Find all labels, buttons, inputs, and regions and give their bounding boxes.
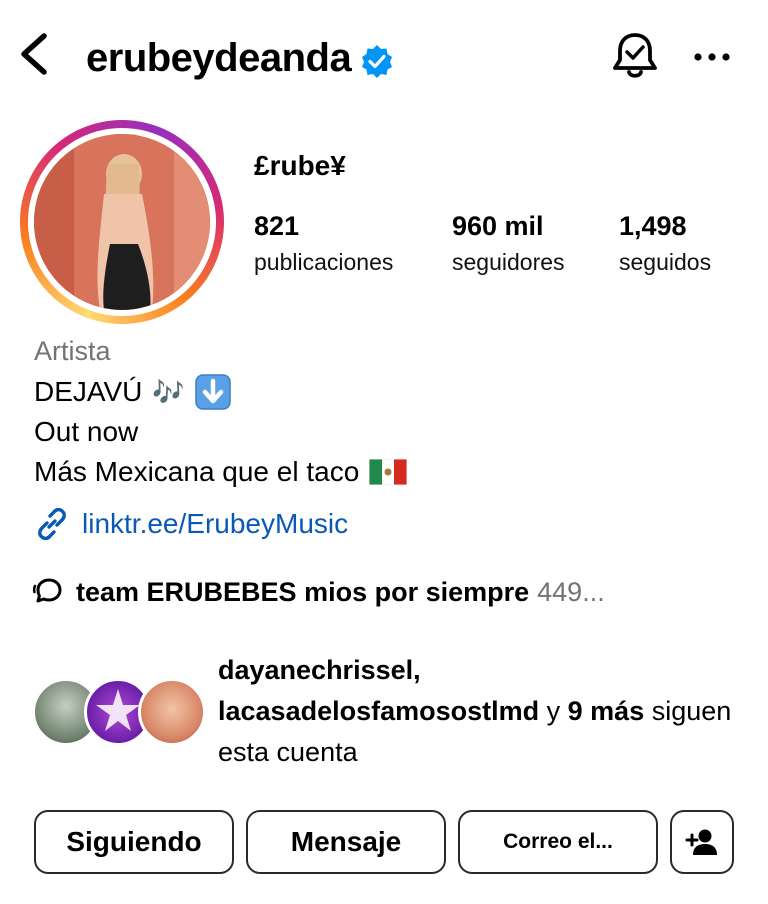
bio-link-text: linktr.ee/ErubeyMusic (82, 508, 349, 539)
channel-name: team ERUBEBES mios por siempre (76, 576, 530, 607)
profile-display-name: £rube¥ (254, 150, 346, 181)
stat-followers-value: 960 mil (452, 211, 544, 241)
verified-badge-icon (359, 40, 395, 78)
bio-link[interactable]: linktr.ee/ErubeyMusic (34, 506, 348, 542)
mutual-followers-text[interactable]: dayanechrissel, lacasadelosfamosostlmd y… (218, 650, 738, 773)
bio-line-1: DEJAVÚ 🎶 (34, 374, 231, 410)
music-notes-icon: 🎶 (152, 376, 185, 407)
channel-member-count: 449... (537, 576, 605, 607)
down-arrow-icon (195, 374, 231, 410)
bio-line-1-text: DEJAVÚ (34, 376, 143, 407)
add-user-icon (685, 829, 717, 855)
bio-line-3-text: Más Mexicana que el taco (34, 456, 360, 487)
profile-category: Artista (34, 336, 111, 366)
stat-followers-label: seguidores (452, 249, 565, 275)
mutual-user-1[interactable]: dayanechrissel, (218, 655, 421, 685)
suggested-users-button[interactable] (670, 810, 734, 874)
profile-avatar[interactable] (20, 120, 224, 324)
mutual-joiner: y (539, 696, 568, 726)
mutual-more[interactable]: 9 más (568, 696, 645, 726)
username-text: erubeydeanda (86, 36, 352, 80)
more-horizontal-icon (694, 53, 730, 61)
notifications-button[interactable] (610, 30, 660, 82)
notification-bell-icon (613, 33, 657, 78)
stat-followers[interactable]: 960 mil seguidores (452, 210, 565, 282)
link-icon (38, 507, 66, 541)
profile-username-header[interactable]: erubeydeanda (86, 32, 395, 84)
message-button[interactable]: Mensaje (246, 810, 446, 874)
more-options-button[interactable] (690, 42, 734, 72)
stat-following[interactable]: 1,498 seguidos (619, 210, 711, 282)
stat-following-label: seguidos (619, 249, 712, 275)
following-button[interactable]: Siguiendo (34, 810, 234, 874)
bio-line-3: Más Mexicana que el taco (34, 456, 408, 488)
stat-posts[interactable]: 821 publicaciones (254, 210, 393, 282)
stat-posts-label: publicaciones (254, 249, 394, 275)
profile-page: erubeydeanda £rube¥ 821 publicaciones 96… (0, 0, 768, 904)
channel-chat-icon (32, 578, 62, 603)
avatar-photo (34, 134, 210, 310)
email-button[interactable]: Correo el... (458, 810, 658, 874)
mutual-avatar (138, 678, 206, 746)
mexico-flag-icon (369, 459, 408, 485)
mutual-followers-avatars[interactable] (32, 678, 212, 746)
mutual-user-2[interactable]: lacasadelosfamosostlmd (218, 696, 539, 726)
chevron-left-icon (21, 33, 47, 75)
stat-posts-value: 821 (254, 211, 300, 241)
bio-line-2: Out now (34, 416, 139, 447)
stat-following-value: 1,498 (619, 211, 687, 241)
broadcast-channel[interactable]: team ERUBEBES mios por siempre 449... (32, 576, 605, 608)
back-button[interactable] (14, 30, 54, 78)
